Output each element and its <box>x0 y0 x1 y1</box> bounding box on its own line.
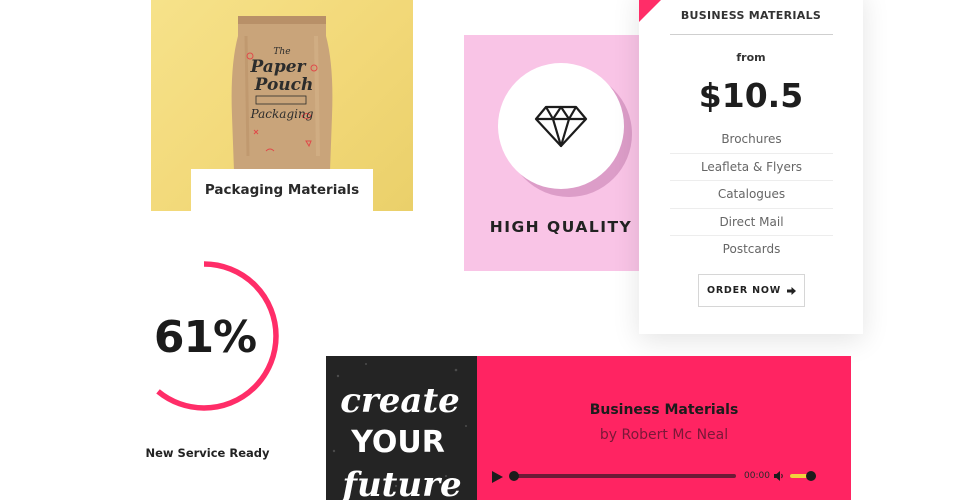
album-artwork: create YOUR future <box>326 356 477 500</box>
svg-text:Pouch: Pouch <box>254 75 314 95</box>
audio-info: Business Materials by Robert Mc Neal 00:… <box>477 356 851 500</box>
svg-text:Packaging: Packaging <box>250 107 314 121</box>
arrow-right-icon <box>787 286 797 295</box>
svg-text:YOUR: YOUR <box>350 425 445 460</box>
feature-item: Leafleta & Flyers <box>670 154 833 182</box>
svg-text:Paper: Paper <box>249 57 306 77</box>
seek-handle[interactable] <box>509 471 519 481</box>
seek-bar[interactable] <box>509 471 736 481</box>
feature-list: Brochures Leafleta & Flyers Catalogues D… <box>670 126 833 264</box>
price-amount: $10.5 <box>698 76 804 115</box>
volume-slider[interactable] <box>790 471 816 481</box>
progress-value: 61% <box>153 312 257 363</box>
play-icon[interactable] <box>490 470 504 484</box>
feature-item: Brochures <box>670 126 833 154</box>
packaging-card[interactable]: The Paper Pouch Packaging Packaging Mate… <box>151 0 413 211</box>
svg-text:future: future <box>340 465 461 500</box>
pricing-title: BUSINESS MATERIALS <box>680 9 822 22</box>
divider <box>670 34 833 35</box>
svg-text:create: create <box>340 381 460 421</box>
time-display: 00:00 <box>744 471 770 481</box>
diamond-icon <box>534 105 588 148</box>
pricing-card: BUSINESS MATERIALS from $10.5 Brochures … <box>639 0 863 334</box>
packaging-label: Packaging Materials <box>191 169 373 211</box>
audio-player: create YOUR future Business Materials by… <box>326 356 851 500</box>
icon-circle <box>498 63 624 189</box>
track-title: Business Materials <box>589 402 739 418</box>
volume-icon[interactable] <box>773 470 785 482</box>
svg-text:The: The <box>273 47 290 57</box>
progress-label: New Service Ready <box>145 446 270 460</box>
feature-item: Catalogues <box>670 181 833 209</box>
feature-item: Postcards <box>722 242 781 257</box>
high-quality-card: HIGH QUALITY <box>464 35 658 271</box>
feature-item: Direct Mail <box>670 209 833 237</box>
paper-pouch-image: The Paper Pouch Packaging <box>231 16 333 171</box>
price-from-label: from <box>736 51 766 64</box>
order-now-label: ORDER NOW <box>706 285 782 296</box>
high-quality-title: HIGH QUALITY <box>489 218 633 236</box>
volume-handle[interactable] <box>805 471 816 481</box>
track-author: by Robert Mc Neal <box>599 427 729 443</box>
order-now-button[interactable]: ORDER NOW <box>698 274 805 307</box>
